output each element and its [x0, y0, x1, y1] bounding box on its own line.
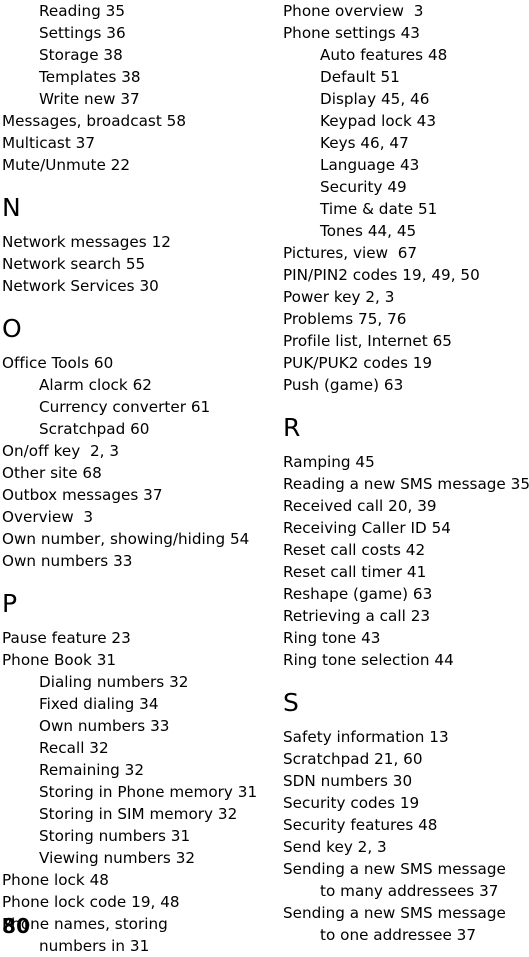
index-subentry: Own numbers 33 [39, 717, 170, 735]
index-entry: Sending a new SMS message [283, 860, 506, 878]
index-subentry: Auto features 48 [320, 46, 448, 64]
index-column-right: Phone overview 3 Phone settings 43 Auto fe… [283, 0, 529, 946]
index-subentry: Security 49 [320, 178, 407, 196]
index-subentry: Templates 38 [39, 68, 141, 86]
index-subentry: Storing in Phone memory 31 [39, 783, 258, 801]
index-entry: Problems 75, 76 [283, 310, 407, 328]
index-entry: Power key 2, 3 [283, 288, 395, 306]
index-entry: On/off key 2, 3 [2, 442, 120, 460]
index-entry: Outbox messages 37 [2, 486, 163, 504]
index-subentry: to one addressee 37 [320, 926, 477, 944]
index-entry: Reshape (game) 63 [283, 585, 433, 603]
index-page: Reading 35 Settings 36 Storage 38 Templates… [0, 0, 529, 955]
index-subentry: Fixed dialing 34 [39, 695, 159, 713]
index-letter-heading: P [2, 589, 18, 618]
index-entry: Security features 48 [283, 816, 438, 834]
index-subentry: Storage 38 [39, 46, 123, 64]
index-entry: Receiving Caller ID 54 [283, 519, 451, 537]
index-entry: Security codes 19 [283, 794, 420, 812]
index-entry: Phone settings 43 [283, 24, 420, 42]
index-entry: Overview 3 [2, 508, 94, 526]
index-entry: Network Services 30 [2, 277, 159, 295]
index-subentry: Storing numbers 31 [39, 827, 191, 845]
index-entry: Send key 2, 3 [283, 838, 387, 856]
index-subentry: Default 51 [320, 68, 400, 86]
index-columns: Reading 35 Settings 36 Storage 38 Templates… [0, 0, 529, 955]
index-entry: Safety information 13 [283, 728, 449, 746]
index-subentry: Remaining 32 [39, 761, 145, 779]
index-letter-heading: R [283, 413, 301, 442]
index-entry: Received call 20, 39 [283, 497, 437, 515]
index-entry: Phone overview 3 [283, 2, 424, 20]
index-entry: Messages, broadcast 58 [2, 112, 187, 130]
index-entry: Profile list, Internet 65 [283, 332, 452, 350]
index-subentry: Display 45, 46 [320, 90, 430, 108]
index-entry: Pictures, view 67 [283, 244, 418, 262]
index-entry: Retrieving a call 23 [283, 607, 431, 625]
index-subentry: Currency converter 61 [39, 398, 211, 416]
index-entry: Own numbers 33 [2, 552, 133, 570]
index-subentry: Viewing numbers 32 [39, 849, 196, 867]
index-subentry: Scratchpad 60 [39, 420, 150, 438]
index-subentry: Language 43 [320, 156, 420, 174]
index-entry: Office Tools 60 [2, 354, 114, 372]
index-entry: Reset call costs 42 [283, 541, 426, 559]
index-entry: PUK/PUK2 codes 19 [283, 354, 433, 372]
index-entry: Ramping 45 [283, 453, 375, 471]
index-entry: Network search 55 [2, 255, 146, 273]
index-entry: Multicast 37 [2, 134, 96, 152]
index-subentry: Keypad lock 43 [320, 112, 437, 130]
index-subentry: Storing in SIM memory 32 [39, 805, 238, 823]
index-entry: SDN numbers 30 [283, 772, 413, 790]
index-entry: Phone names, storing [2, 915, 168, 933]
index-column-left: Reading 35 Settings 36 Storage 38 Templates… [2, 0, 264, 957]
index-letter-heading: N [2, 193, 21, 222]
index-entry: Phone Book 31 [2, 651, 117, 669]
index-entry: PIN/PIN2 codes 19, 49, 50 [283, 266, 480, 284]
page-number: 80 [2, 914, 31, 938]
index-letter-heading: O [2, 314, 22, 343]
index-subentry: Reading 35 [39, 2, 125, 20]
index-entry: Ring tone selection 44 [283, 651, 454, 669]
index-subentry: numbers in 31 [39, 937, 150, 955]
index-subentry: to many addressees 37 [320, 882, 499, 900]
index-subentry: Dialing numbers 32 [39, 673, 189, 691]
index-subentry: Keys 46, 47 [320, 134, 409, 152]
index-entry: Network messages 12 [2, 233, 171, 251]
index-entry: Phone lock 48 [2, 871, 109, 889]
index-entry: Push (game) 63 [283, 376, 404, 394]
index-subentry: Alarm clock 62 [39, 376, 152, 394]
index-subentry: Settings 36 [39, 24, 126, 42]
index-letter-heading: S [283, 688, 300, 717]
index-entry: Reset call timer 41 [283, 563, 427, 581]
index-subentry: Tones 44, 45 [320, 222, 417, 240]
index-entry: Scratchpad 21, 60 [283, 750, 423, 768]
index-subentry: Time & date 51 [320, 200, 438, 218]
index-entry: Reading a new SMS message 35 [283, 475, 529, 493]
index-entry: Other site 68 [2, 464, 102, 482]
index-entry: Sending a new SMS message [283, 904, 506, 922]
index-subentry: Write new 37 [39, 90, 140, 108]
index-entry: Mute/Unmute 22 [2, 156, 131, 174]
index-entry: Phone lock code 19, 48 [2, 893, 180, 911]
index-entry: Ring tone 43 [283, 629, 381, 647]
index-entry: Pause feature 23 [2, 629, 131, 647]
index-subentry: Recall 32 [39, 739, 109, 757]
index-entry: Own number, showing/hiding 54 [2, 530, 250, 548]
